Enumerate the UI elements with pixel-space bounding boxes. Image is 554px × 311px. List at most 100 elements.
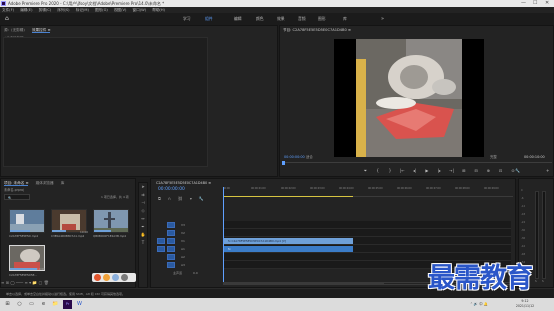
- workspace-effects[interactable]: 效果: [277, 13, 285, 25]
- master-volume[interactable]: 0.0: [193, 269, 198, 277]
- track-select-tool-icon[interactable]: ⇉: [139, 191, 147, 199]
- program-video-frame[interactable]: [334, 39, 484, 157]
- tab-source[interactable]: 源：(无剪辑): [4, 28, 25, 32]
- word-icon[interactable]: W: [75, 300, 84, 309]
- menu-clip[interactable]: 剪辑(C): [39, 8, 52, 12]
- workspace-more-icon[interactable]: »: [381, 13, 384, 25]
- source-patch-toggle[interactable]: [157, 246, 165, 252]
- program-monitor-title[interactable]: 节目: C2A78F5E5E5D5E0C7A1D4B0 ≡: [283, 26, 351, 34]
- clock-date: 2021/11/12: [515, 304, 535, 308]
- tab-media-browser[interactable]: 媒体浏览器: [36, 181, 54, 185]
- track-target-toggle[interactable]: [167, 262, 175, 268]
- menu-graphics[interactable]: 图形(G): [95, 8, 108, 12]
- track-target-toggle[interactable]: [167, 230, 175, 236]
- go-to-in-button[interactable]: |←: [397, 168, 408, 174]
- scrollbar-knob[interactable]: [224, 283, 384, 284]
- comparison-view-button[interactable]: ⊡: [495, 168, 506, 174]
- timeline-settings-icon[interactable]: 🔧: [199, 196, 204, 201]
- program-playhead[interactable]: [282, 161, 285, 165]
- add-marker-icon[interactable]: ▾: [190, 196, 192, 201]
- work-area-bar[interactable]: [223, 196, 353, 197]
- menu-marker[interactable]: 标记(M): [76, 8, 89, 12]
- slip-tool-icon[interactable]: ↔: [139, 215, 147, 223]
- capture-icon[interactable]: [94, 274, 101, 281]
- ruler-label: 00:00:03:00: [310, 187, 325, 190]
- track-a2[interactable]: [223, 253, 511, 261]
- menu-sequence[interactable]: 序列(S): [57, 8, 69, 12]
- search-icon[interactable]: ○: [15, 300, 24, 309]
- add-marker-button[interactable]: ⏷: [360, 168, 371, 174]
- premiere-taskbar-icon[interactable]: Pr: [63, 300, 72, 309]
- taskbar-clock[interactable]: 9:12 2021/11/12: [510, 299, 540, 309]
- track-v3[interactable]: [223, 221, 511, 229]
- edge-icon[interactable]: e: [39, 300, 48, 309]
- timeline-timecode[interactable]: 00:00:00:00: [158, 187, 185, 192]
- snap-icon[interactable]: ∩: [168, 196, 171, 201]
- hand-tool-icon[interactable]: ✋: [139, 231, 147, 239]
- workspace-graphics[interactable]: 图形: [318, 13, 326, 25]
- mark-out-button[interactable]: }: [385, 168, 396, 174]
- track-v2[interactable]: [223, 229, 511, 237]
- tab-libraries[interactable]: 库: [61, 181, 65, 185]
- export-frame-button[interactable]: ⊕: [483, 168, 494, 174]
- mic-icon[interactable]: [112, 274, 119, 281]
- tab-project[interactable]: 项目: 未命名 ≡: [4, 181, 29, 186]
- settings-icon[interactable]: [121, 274, 128, 281]
- go-to-out-button[interactable]: →|: [446, 168, 457, 174]
- extract-button[interactable]: ⊟: [471, 168, 482, 174]
- workspace-libraries[interactable]: 库: [343, 13, 347, 25]
- maximize-button[interactable]: ☐: [533, 0, 537, 7]
- close-button[interactable]: ✕: [545, 0, 549, 7]
- home-icon[interactable]: ⌂: [5, 16, 9, 22]
- lift-button[interactable]: ⊞: [458, 168, 469, 174]
- settings-wrench-icon[interactable]: 🔧: [515, 168, 520, 174]
- file-explorer-icon[interactable]: 📁: [51, 300, 60, 309]
- resolution-select[interactable]: 完整: [490, 155, 497, 160]
- program-timecode[interactable]: 00:00:00:00: [284, 155, 305, 160]
- program-scrubber[interactable]: [282, 161, 552, 165]
- track-target-toggle[interactable]: [167, 254, 175, 260]
- start-icon[interactable]: ⊞: [3, 300, 12, 309]
- task-view-icon[interactable]: ▭: [27, 300, 36, 309]
- razor-tool-icon[interactable]: ◇: [139, 207, 147, 215]
- video-clip[interactable]: fx C2A78F5E5E5D5E0C7A1D4B0.mp4 [V]: [223, 238, 353, 244]
- zoom-fit-select[interactable]: 适合: [306, 155, 313, 160]
- project-item-thumb[interactable]: [93, 209, 129, 233]
- tab-effect-controls[interactable]: 效果控件 ≡: [31, 28, 51, 33]
- menu-file[interactable]: 文件(F): [2, 8, 14, 12]
- project-item-thumb[interactable]: [9, 209, 45, 233]
- workspace-editing[interactable]: 编辑: [234, 13, 242, 25]
- thumb-progress: [10, 230, 31, 232]
- step-forward-button[interactable]: |▸: [434, 168, 445, 174]
- audio-clip[interactable]: fx: [223, 246, 353, 252]
- track-target-toggle[interactable]: [167, 238, 175, 244]
- menu-view[interactable]: 视图(V): [114, 8, 126, 12]
- track-target-toggle[interactable]: [167, 246, 175, 252]
- step-back-button[interactable]: ◂|: [409, 168, 420, 174]
- menu-help[interactable]: 帮助(H): [152, 8, 165, 12]
- effect-controls-area[interactable]: [3, 37, 208, 167]
- source-patch-toggle[interactable]: [157, 238, 165, 244]
- minimize-button[interactable]: —: [521, 0, 526, 7]
- pen-tool-icon[interactable]: ✒: [139, 223, 147, 231]
- pause-icon[interactable]: [103, 274, 110, 281]
- menu-window[interactable]: 窗口(W): [133, 8, 147, 12]
- project-search-input[interactable]: 🔍: [4, 194, 30, 200]
- workspace-assembly[interactable]: 组件: [205, 13, 213, 25]
- nest-icon[interactable]: ⧉: [158, 196, 161, 201]
- workspace-learn[interactable]: 学习: [183, 13, 191, 25]
- workspace-color[interactable]: 颜色: [256, 13, 264, 25]
- timeline-tab[interactable]: C2A78F5E5E5D5E0C7A1D4B0 ≡: [156, 179, 211, 187]
- play-button[interactable]: ▶: [421, 168, 432, 174]
- selection-tool-icon[interactable]: ➤: [139, 183, 147, 191]
- mark-in-button[interactable]: {: [372, 168, 383, 174]
- type-tool-icon[interactable]: T: [139, 239, 147, 247]
- timeline-playhead[interactable]: [223, 187, 224, 283]
- workspace-audio[interactable]: 音频: [298, 13, 306, 25]
- ripple-edit-tool-icon[interactable]: ⊣: [139, 199, 147, 207]
- menu-edit[interactable]: 编辑(E): [20, 8, 32, 12]
- button-editor-icon[interactable]: +: [546, 168, 549, 174]
- system-tray[interactable]: ⌃ 🔊 中 🔔: [470, 298, 488, 311]
- track-target-toggle[interactable]: [167, 222, 175, 228]
- linked-selection-icon[interactable]: ⛓: [178, 196, 183, 201]
